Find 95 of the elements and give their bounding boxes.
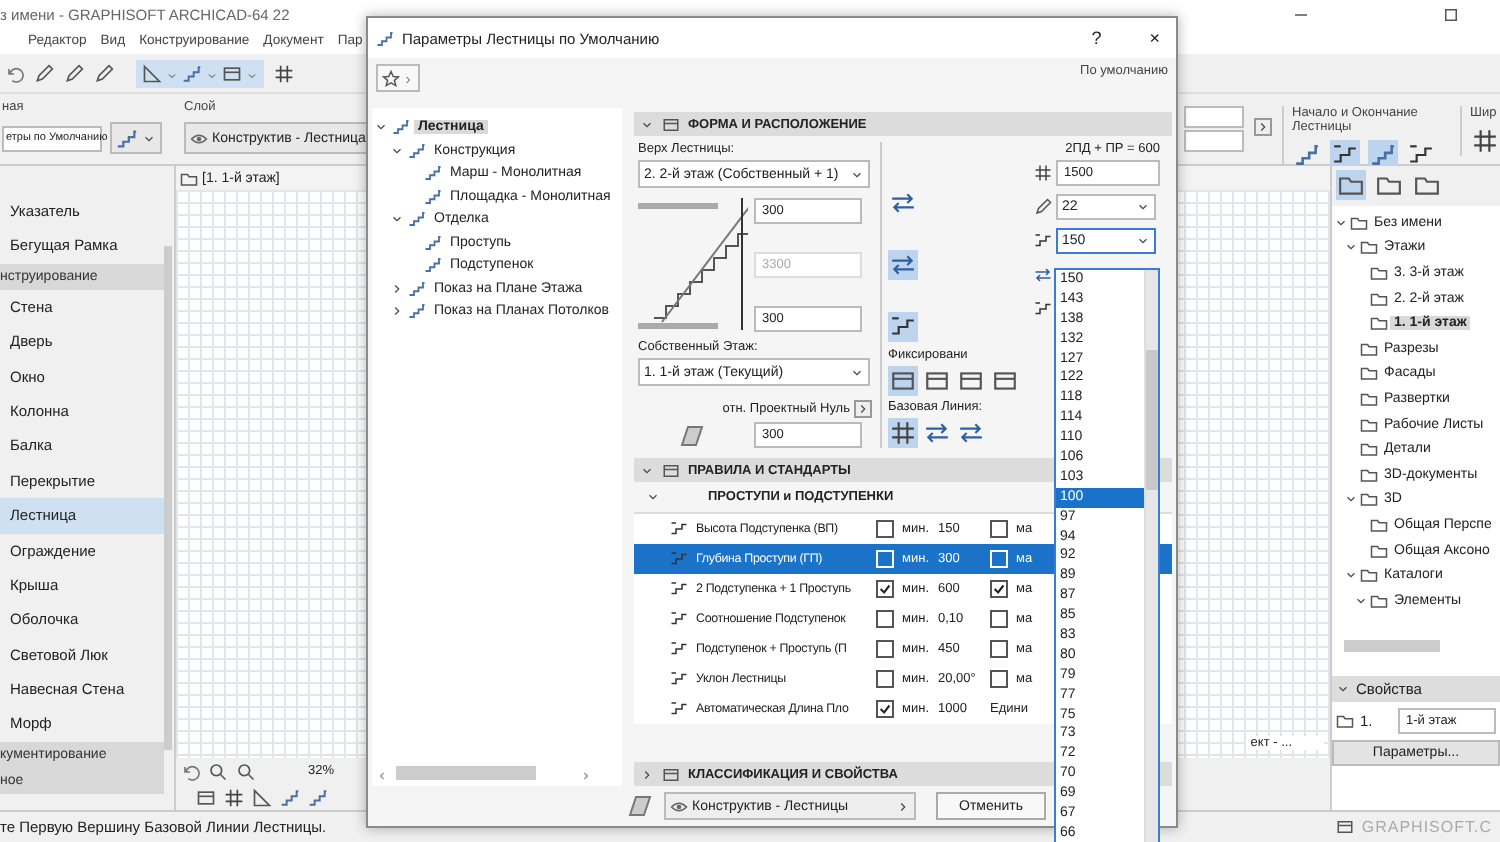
- layer-icon: [628, 794, 652, 818]
- tread-icon[interactable]: [888, 312, 918, 342]
- rule-icon: [670, 640, 688, 658]
- stair-icon: [116, 127, 138, 149]
- checkbox[interactable]: [876, 640, 894, 658]
- checkbox[interactable]: [990, 670, 1008, 688]
- alignment-icon[interactable]: [888, 366, 918, 396]
- scrollbar[interactable]: [1144, 270, 1158, 842]
- collapse-icon[interactable]: [640, 463, 654, 477]
- input-field[interactable]: [1184, 130, 1244, 152]
- collapse-icon[interactable]: [1343, 568, 1357, 583]
- checkbox[interactable]: [876, 580, 894, 598]
- tread-icon: [1034, 300, 1052, 318]
- collapse-icon[interactable]: [1353, 593, 1367, 608]
- folder-icon: [1336, 712, 1354, 730]
- stair-icon[interactable]: [182, 63, 202, 83]
- caret-icon: [1136, 234, 1150, 248]
- stair-type-dropdown[interactable]: [110, 122, 162, 154]
- checkbox[interactable]: [876, 520, 894, 538]
- rule-icon: [670, 700, 688, 718]
- alignment-icon[interactable]: [956, 366, 986, 396]
- frame-icon[interactable]: [222, 63, 242, 83]
- collapse-icon[interactable]: [1343, 492, 1357, 507]
- checkbox[interactable]: [990, 580, 1008, 598]
- eye-icon: [190, 129, 208, 147]
- input-field[interactable]: [1184, 106, 1244, 128]
- checkbox[interactable]: [876, 670, 894, 688]
- collapse-icon[interactable]: [646, 490, 660, 504]
- close-button[interactable]: ×: [1145, 28, 1164, 48]
- rule-icon: [670, 670, 688, 688]
- checkbox[interactable]: [876, 700, 894, 718]
- stair-icon: [376, 29, 394, 47]
- maximize-icon[interactable]: [1442, 5, 1460, 23]
- undo-icon[interactable]: [180, 761, 200, 781]
- zoom-icon[interactable]: [236, 761, 256, 781]
- collapse-icon[interactable]: [1336, 682, 1350, 696]
- expand-icon[interactable]: [389, 304, 403, 319]
- eye-icon: [670, 797, 688, 815]
- folder-icon: [180, 169, 198, 187]
- grid-icon[interactable]: [274, 63, 294, 83]
- baseline-icon[interactable]: [888, 418, 918, 448]
- panel-icon: [662, 461, 680, 479]
- panel-icon: [662, 115, 680, 133]
- caret-icon: [850, 167, 864, 181]
- collapse-icon[interactable]: [640, 117, 654, 131]
- checkbox[interactable]: [876, 610, 894, 628]
- floor-slab-icon: [678, 423, 706, 447]
- scroll-right-icon[interactable]: [580, 767, 592, 779]
- expand-icon[interactable]: [640, 767, 654, 781]
- collapse-icon[interactable]: [1333, 215, 1347, 230]
- star-icon: [382, 69, 400, 87]
- checkbox[interactable]: [990, 520, 1008, 538]
- arrow-button-icon[interactable]: [854, 400, 872, 418]
- grid-icon: [1034, 164, 1052, 182]
- rule-icon: [670, 520, 688, 538]
- collapse-icon[interactable]: [1343, 240, 1357, 255]
- brand-logo: GRAPHISOFT.C: [1361, 818, 1492, 836]
- caret-icon: [142, 131, 156, 145]
- ruler-icon[interactable]: [142, 63, 162, 83]
- stair-section-drawing: [638, 192, 748, 336]
- caret-icon: [402, 72, 414, 84]
- frame-icon[interactable]: [196, 787, 216, 807]
- tread-icon: [1034, 232, 1052, 250]
- grid-icon[interactable]: [224, 787, 244, 807]
- caret-icon: [896, 799, 910, 813]
- grid-icon[interactable]: [1470, 126, 1500, 156]
- arrows-icon: [1034, 266, 1052, 284]
- alignment-icon[interactable]: [990, 366, 1020, 396]
- window-icon: [1335, 818, 1354, 836]
- scrollbar[interactable]: [164, 246, 172, 750]
- caret-icon: [850, 365, 864, 379]
- panel-icon: [662, 765, 680, 783]
- checkbox[interactable]: [990, 610, 1008, 628]
- baseline-icon[interactable]: [922, 418, 952, 448]
- scrollbar[interactable]: [396, 766, 536, 780]
- collapse-icon[interactable]: [389, 143, 403, 158]
- ruler-icon[interactable]: [252, 787, 272, 807]
- collapse-icon[interactable]: [373, 120, 387, 135]
- baseline-icon[interactable]: [956, 418, 986, 448]
- pencil-icon: [1034, 198, 1052, 216]
- rule-icon: [670, 610, 688, 628]
- rule-icon: [670, 550, 688, 568]
- favorites-button[interactable]: [376, 64, 420, 92]
- checkbox[interactable]: [990, 640, 1008, 658]
- help-button[interactable]: ?: [1087, 28, 1106, 48]
- rule-icon: [670, 580, 688, 598]
- collapse-icon[interactable]: [389, 212, 403, 227]
- expand-icon[interactable]: [389, 281, 403, 296]
- arrow-button-icon[interactable]: [1254, 118, 1272, 136]
- folder-icon[interactable]: [1336, 170, 1366, 200]
- scroll-left-icon[interactable]: [376, 767, 388, 779]
- caret-icon: [1136, 200, 1150, 214]
- zoom-icon[interactable]: [208, 761, 228, 781]
- scrollbar[interactable]: [1344, 640, 1440, 652]
- alignment-icon[interactable]: [922, 366, 952, 396]
